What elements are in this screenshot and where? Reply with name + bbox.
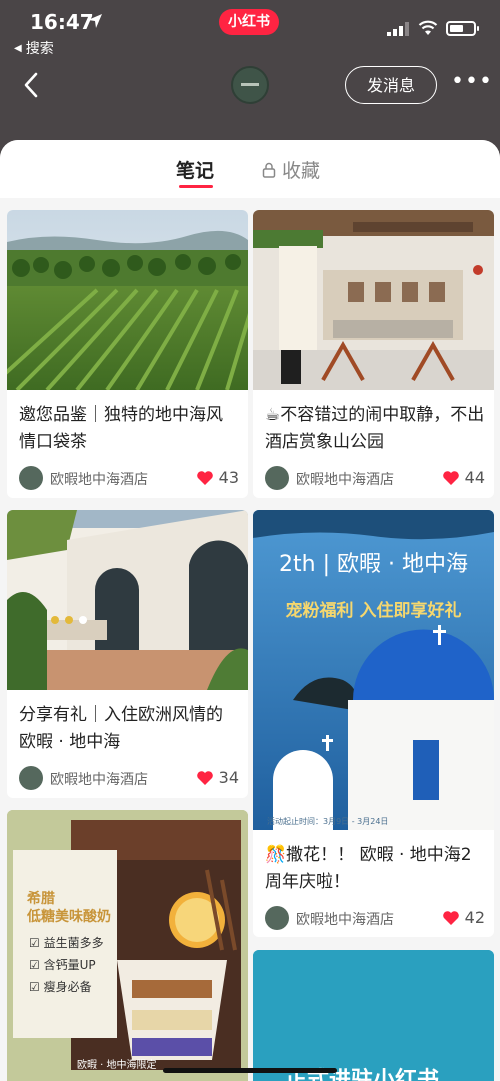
status-bar: 16:47 ◀ 搜索 小红书 [0, 0, 500, 62]
author-avatar [19, 466, 43, 490]
like-count: 43 [218, 468, 239, 487]
note-card[interactable]: 2th | 欧暇 · 地中海 宠粉福利 入住即享好礼 活动起止时间：3月9日 -… [253, 510, 494, 937]
author-name: 欧暇地中海酒店 [296, 472, 394, 488]
home-indicator [163, 1068, 337, 1073]
like-button[interactable]: 44 [442, 468, 485, 487]
like-button[interactable]: 42 [442, 908, 485, 927]
clock: 16:47 [30, 10, 94, 34]
active-tab-indicator [179, 185, 213, 188]
note-card[interactable]: 希腊 低糖美味酸奶 ☑ 益生菌多多 ☑ 含钙量UP ☑ 瘦身必备 欧暇 · 地中… [7, 810, 248, 1081]
cover-heading-2: 低糖美味酸奶 [27, 909, 111, 925]
note-cover-image: 2th | 欧暇 · 地中海 宠粉福利 入住即享好礼 活动起止时间：3月9日 -… [253, 510, 494, 830]
cover-point: ☑ 瘦身必备 [29, 980, 92, 994]
note-title: 🎊撒花！！ 欧暇 · 地中海2周年庆啦！ [265, 845, 472, 892]
checkbox-icon: ☑ [29, 936, 44, 950]
note-meta: 欧暇地中海酒店 43 [19, 466, 239, 490]
tab-notes[interactable]: 笔记 [176, 156, 214, 183]
note-cover-image: 正式进驻小红书 [253, 950, 494, 1081]
heart-icon [196, 770, 213, 785]
note-card[interactable]: 分享有礼｜入住欧洲风情的欧暇 · 地中海 欧暇地中海酒店 34 [7, 510, 248, 798]
note-cover-image [253, 210, 494, 390]
back-chevron-icon[interactable] [20, 70, 42, 100]
tab-favorites-label: 收藏 [282, 160, 321, 182]
note-meta: 欧暇地中海酒店 44 [265, 466, 485, 490]
profile-avatar[interactable] [231, 66, 269, 104]
wifi-icon [418, 20, 438, 35]
cover-headline: 2th | 欧暇 · 地中海 [279, 552, 468, 577]
note-title: 邀您品鉴｜独特的地中海风情口袋茶 [19, 405, 223, 452]
cover-tagline: 宠粉福利 入住即享好礼 [285, 601, 462, 621]
battery-icon [446, 21, 479, 36]
author-avatar [265, 906, 289, 930]
author-name: 欧暇地中海酒店 [50, 472, 148, 488]
like-button[interactable]: 43 [196, 468, 239, 487]
location-arrow-icon [88, 14, 102, 28]
cover-footnote: 活动起止时间：3月9日 - 3月24日 [267, 817, 389, 826]
tab-favorites[interactable]: 收藏 [262, 156, 320, 183]
like-count: 42 [464, 908, 485, 927]
content-sheet: 笔记 收藏 邀您品鉴｜独特的地中海风情口袋茶 欧暇地中海酒店 43 ☕不容错过的… [0, 140, 500, 1081]
note-card[interactable]: 正式进驻小红书 [253, 950, 494, 1081]
author-avatar [19, 766, 43, 790]
cover-footer: 欧暇 · 地中海限定 [77, 1060, 157, 1071]
profile-tabs: 笔记 收藏 [0, 140, 500, 198]
back-triangle-icon: ◀ [14, 42, 22, 54]
note-meta: 欧暇地中海酒店 34 [19, 766, 239, 790]
cover-point: ☑ 益生菌多多 [29, 936, 104, 950]
note-title: ☕不容错过的闹中取静，不出酒店赏象山公园 [265, 405, 485, 452]
author-name: 欧暇地中海酒店 [50, 772, 148, 788]
note-cover-image [7, 210, 248, 390]
note-card[interactable]: ☕不容错过的闹中取静，不出酒店赏象山公园 欧暇地中海酒店 44 [253, 210, 494, 498]
cover-point: ☑ 含钙量UP [29, 958, 96, 972]
like-button[interactable]: 34 [196, 768, 239, 787]
like-count: 34 [218, 768, 239, 787]
note-card[interactable]: 邀您品鉴｜独特的地中海风情口袋茶 欧暇地中海酒店 43 [7, 210, 248, 498]
send-message-button[interactable]: 发消息 [345, 66, 437, 104]
author-avatar [265, 466, 289, 490]
cover-heading-1: 希腊 [27, 891, 55, 907]
back-to-app-link[interactable]: ◀ 搜索 [14, 38, 54, 58]
checkbox-icon: ☑ [29, 980, 44, 994]
back-app-label: 搜索 [25, 41, 54, 57]
heart-icon [196, 470, 213, 485]
lock-icon [262, 162, 276, 178]
heart-icon [442, 470, 459, 485]
heart-icon [442, 910, 459, 925]
brand-badge: 小红书 [219, 9, 279, 35]
checkbox-icon: ☑ [29, 958, 44, 972]
cellular-signal-icon [387, 22, 409, 36]
like-count: 44 [464, 468, 485, 487]
note-cover-image: 希腊 低糖美味酸奶 ☑ 益生菌多多 ☑ 含钙量UP ☑ 瘦身必备 欧暇 · 地中… [7, 810, 248, 1081]
profile-nav-bar: 发消息 ••• [0, 62, 500, 122]
note-title: 分享有礼｜入住欧洲风情的欧暇 · 地中海 [19, 705, 223, 752]
note-meta: 欧暇地中海酒店 42 [265, 906, 485, 930]
author-name: 欧暇地中海酒店 [296, 912, 394, 928]
note-cover-image [7, 510, 248, 690]
more-options-icon[interactable]: ••• [451, 71, 492, 98]
